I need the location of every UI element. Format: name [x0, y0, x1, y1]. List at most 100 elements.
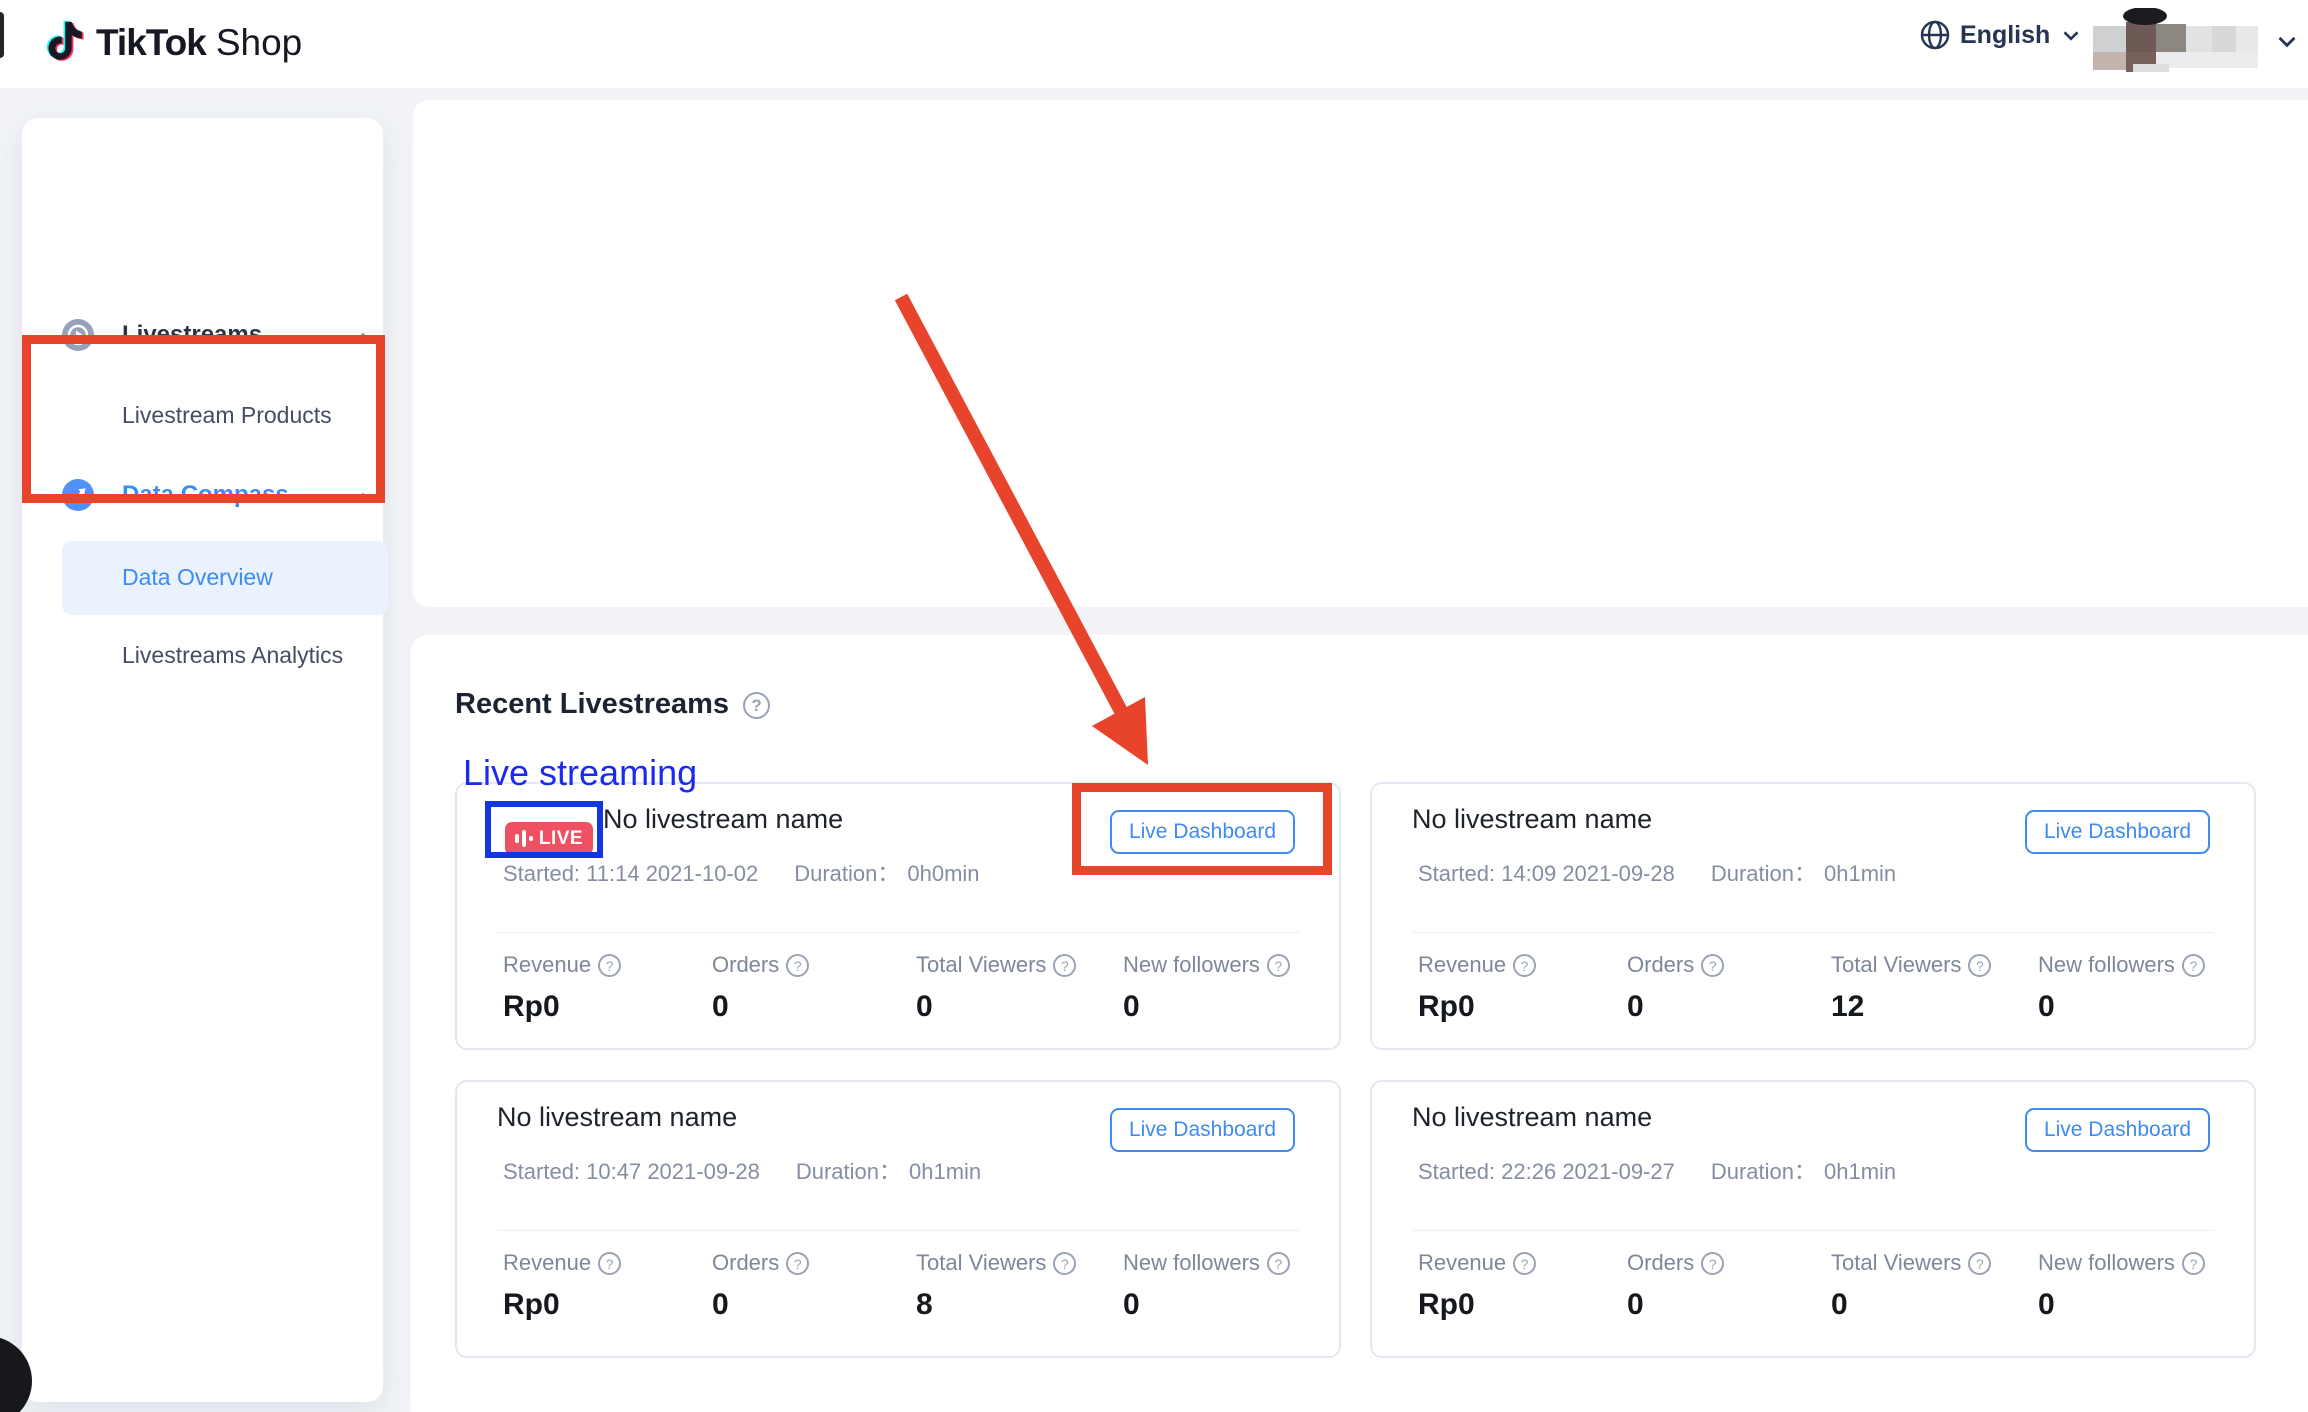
metric-new-followers: New followers? 0 [1123, 952, 1290, 1024]
help-icon[interactable]: ? [1968, 954, 1991, 977]
metric-label: Total Viewers [1831, 952, 1961, 977]
play-circle-icon [62, 319, 94, 351]
sidebar: Livestreams Livestream Products Data Com… [22, 118, 383, 1402]
help-icon[interactable]: ? [743, 692, 770, 719]
tiktok-shop-data-overview-page: TikTokShop English [0, 0, 2308, 1412]
language-label: English [1960, 21, 2050, 50]
metric-new-followers: New followers? 0 [2038, 1250, 2205, 1322]
live-dashboard-button[interactable]: Live Dashboard [1110, 810, 1295, 854]
livestream-meta: Started: 10:47 2021-09-28 Duration： 0h1min [503, 1154, 981, 1186]
metric-revenue: Revenue? Rp0 [503, 1250, 621, 1322]
live-dashboard-button[interactable]: Live Dashboard [2025, 1108, 2210, 1152]
metric-value: Rp0 [1418, 1288, 1536, 1322]
top-header: TikTokShop English [0, 0, 2308, 88]
sidebar-item-livestream-products[interactable]: Livestream Products [22, 383, 383, 447]
metric-value: 8 [916, 1288, 1076, 1322]
language-chevron-down-icon [2058, 22, 2084, 48]
metric-value: 0 [1123, 990, 1290, 1024]
help-icon[interactable]: ? [598, 954, 621, 977]
livestream-name: No livestream name [1412, 1102, 1652, 1133]
sidebar-item-label: Livestream Products [122, 402, 332, 429]
livestream-card: No livestream name Started: 14:09 2021-0… [1370, 782, 2256, 1050]
metric-label: New followers [2038, 1250, 2175, 1275]
metric-label: Orders [712, 1250, 779, 1275]
started-text: Started: 22:26 2021-09-27 [1418, 1159, 1675, 1184]
help-icon[interactable]: ? [598, 1252, 621, 1275]
metric-label: Total Viewers [916, 952, 1046, 977]
metric-label: Orders [1627, 952, 1694, 977]
live-dashboard-button[interactable]: Live Dashboard [2025, 810, 2210, 854]
metric-orders: Orders? 0 [1627, 1250, 1724, 1322]
livestream-name: No livestream name [603, 804, 843, 835]
help-icon[interactable]: ? [1701, 954, 1724, 977]
recent-livestreams-title-text: Recent Livestreams [455, 688, 729, 720]
started-text: Started: 10:47 2021-09-28 [503, 1159, 760, 1184]
sidebar-item-data-overview-selected[interactable]: Data Overview [62, 541, 388, 615]
metric-label: Revenue [503, 1250, 591, 1275]
metric-new-followers: New followers? 0 [1123, 1250, 1290, 1322]
avatar-mosaic [2093, 8, 2258, 72]
account-avatar-blurred[interactable] [2093, 8, 2258, 72]
metric-value: 12 [1831, 990, 1991, 1024]
duration-value: 0h1min [1824, 861, 1896, 886]
help-icon[interactable]: ? [1513, 1252, 1536, 1275]
metric-value: 0 [712, 990, 809, 1024]
duration-label: Duration： [794, 861, 899, 886]
metric-label: New followers [1123, 1250, 1260, 1275]
language-selector[interactable]: English [1918, 18, 2084, 52]
help-icon[interactable]: ? [1968, 1252, 1991, 1275]
metric-value: 0 [2038, 1288, 2205, 1322]
help-icon[interactable]: ? [1053, 954, 1076, 977]
account-chevron-down-icon[interactable] [2272, 26, 2302, 56]
trend-arrow-icon [62, 479, 94, 511]
metric-revenue: Revenue? Rp0 [1418, 1250, 1536, 1322]
sidebar-item-livestreams[interactable]: Livestreams [22, 303, 383, 367]
livestream-card: No livestream name Started: 22:26 2021-0… [1370, 1080, 2256, 1358]
metric-revenue: Revenue? Rp0 [1418, 952, 1536, 1024]
live-badge: LIVE [505, 822, 593, 855]
metric-label: Total Viewers [916, 1250, 1046, 1275]
sidebar-item-label: Livestreams [122, 321, 262, 349]
duration-label: Duration： [796, 1159, 901, 1184]
livestream-meta: Started: 14:09 2021-09-28Duration：0h1min [1418, 856, 1896, 888]
live-dashboard-button[interactable]: Live Dashboard [1110, 1108, 1295, 1152]
help-icon[interactable]: ? [2182, 1252, 2205, 1275]
metric-value: 0 [1831, 1288, 1991, 1322]
metric-total-viewers: Total Viewers? 0 [916, 952, 1076, 1024]
help-icon[interactable]: ? [1701, 1252, 1724, 1275]
metric-value: Rp0 [503, 990, 621, 1024]
help-icon[interactable]: ? [1513, 954, 1536, 977]
chevron-up-icon [350, 325, 376, 351]
metric-label: Revenue [1418, 952, 1506, 977]
metric-label: Revenue [503, 952, 591, 977]
metric-orders: Orders? 0 [712, 1250, 809, 1322]
sidebar-item-label: Data Compass [122, 481, 289, 509]
card-divider [497, 932, 1299, 933]
sidebar-item-data-compass[interactable]: Data Compass [22, 463, 383, 527]
duration-value: 0h1min [1824, 1159, 1896, 1184]
metric-orders: Orders? 0 [712, 952, 809, 1024]
tiktok-note-icon [44, 20, 86, 66]
card-divider [1412, 1230, 2214, 1231]
help-icon[interactable]: ? [786, 1252, 809, 1275]
metric-label: Orders [1627, 1250, 1694, 1275]
sidebar-item-label: Data Overview [122, 564, 273, 591]
metric-total-viewers: Total Viewers? 8 [916, 1250, 1076, 1322]
help-icon[interactable]: ? [1053, 1252, 1076, 1275]
globe-icon [1918, 18, 1952, 52]
livestream-card: No livestream name Started: 10:47 2021-0… [455, 1080, 1341, 1358]
help-icon[interactable]: ? [2182, 954, 2205, 977]
help-icon[interactable]: ? [1267, 954, 1290, 977]
help-icon[interactable]: ? [786, 954, 809, 977]
started-text: Started: 11:14 2021-10-02 [503, 861, 758, 886]
metric-label: Total Viewers [1831, 1250, 1961, 1275]
metric-value: 0 [1627, 1288, 1724, 1322]
recent-livestreams-title: Recent Livestreams? [455, 688, 770, 721]
help-icon[interactable]: ? [1267, 1252, 1290, 1275]
duration-value: 0h1min [909, 1159, 981, 1184]
sidebar-item-livestreams-analytics[interactable]: Livestreams Analytics [22, 623, 383, 687]
metric-total-viewers: Total Viewers? 0 [1831, 1250, 1991, 1322]
tiktok-shop-logo[interactable]: TikTokShop [44, 20, 302, 66]
metric-value: 0 [1627, 990, 1724, 1024]
metric-orders: Orders? 0 [1627, 952, 1724, 1024]
